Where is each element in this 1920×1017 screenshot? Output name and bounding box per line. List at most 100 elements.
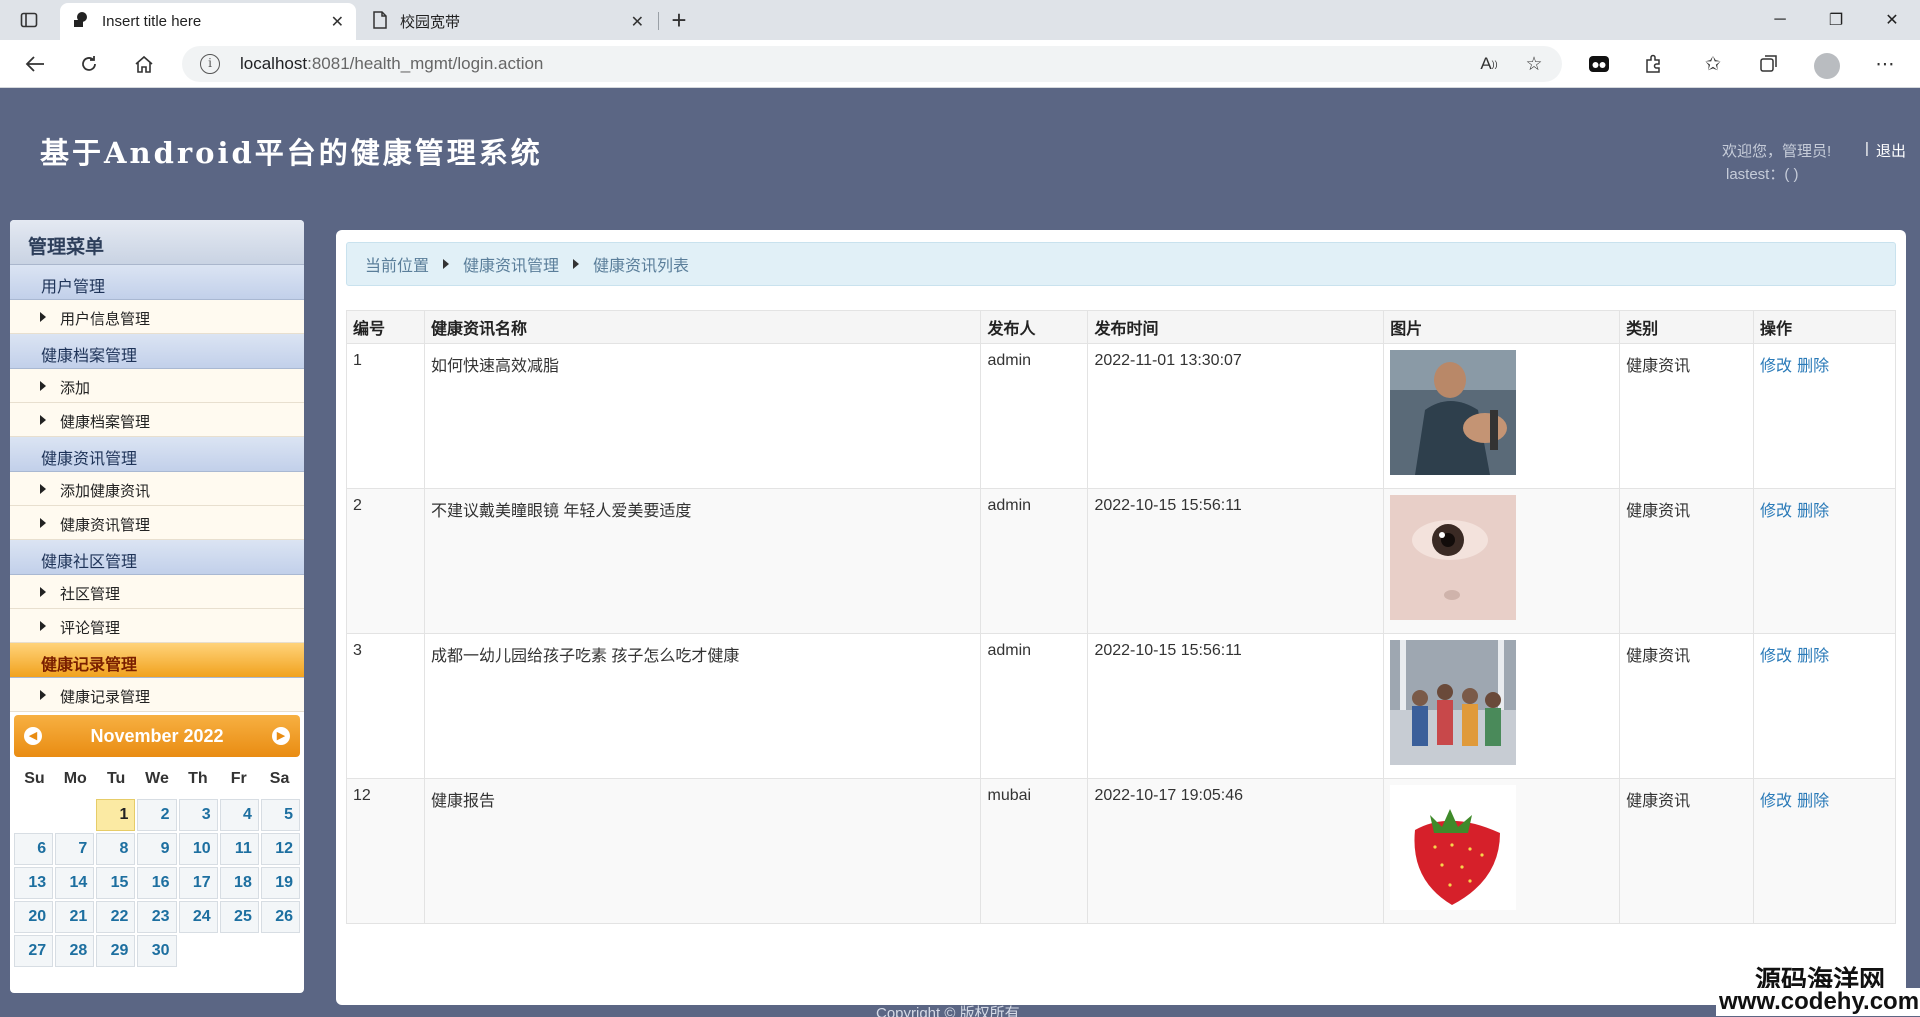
menu-item-comment-manage[interactable]: 评论管理 — [10, 609, 304, 643]
menu-item-user-info[interactable]: 用户信息管理 — [10, 300, 304, 334]
calendar-day[interactable]: 30 — [137, 935, 177, 967]
url-text: localhost:8081/health_mgmt/login.action — [240, 54, 544, 73]
next-month-icon[interactable]: ▶ — [272, 727, 290, 745]
more-menu-icon[interactable]: ⋯ — [1868, 48, 1902, 80]
menu-group-user[interactable]: 用户管理 — [10, 265, 304, 300]
weekday-label: Mo — [63, 770, 87, 787]
url-field[interactable]: i localhost:8081/health_mgmt/login.actio… — [182, 46, 1562, 82]
last-login-text: lastest：( ) — [1726, 166, 1799, 183]
menu-item-add-record[interactable]: 添加 — [10, 369, 304, 403]
cell-name: 不建议戴美瞳眼镜 年轻人爱美要适度 — [423, 488, 982, 634]
cell-id: 2 — [346, 488, 425, 634]
calendar-day[interactable]: 10 — [178, 833, 218, 865]
collections-icon[interactable] — [1752, 48, 1786, 80]
calendar-day[interactable]: 9 — [137, 833, 177, 865]
calendar-day[interactable]: 17 — [178, 867, 218, 899]
read-aloud-icon[interactable]: A)) — [1472, 48, 1506, 80]
weekday-label: We — [145, 770, 169, 787]
menu-item-news-manage[interactable]: 健康资讯管理 — [10, 506, 304, 540]
edit-link[interactable]: 修改 — [1760, 793, 1792, 810]
logout-link[interactable]: 退出 — [1876, 140, 1906, 161]
calendar-day-today[interactable]: 1 — [96, 799, 136, 831]
cell-image — [1383, 488, 1621, 634]
calendar-day[interactable]: 22 — [96, 901, 136, 933]
calendar-day[interactable]: 21 — [55, 901, 95, 933]
tab-actions-icon[interactable] — [12, 4, 46, 36]
calendar-days: 1 2 3 4 5 6 7 8 9 10 11 12 13 14 15 16 17 18 19 20 21 22 23 24 2… — [14, 799, 300, 967]
tab-insert-title[interactable]: Insert title here ✕ — [60, 3, 356, 40]
weekday-label: Th — [188, 770, 208, 787]
caret-right-icon — [40, 518, 46, 528]
calendar-day[interactable]: 24 — [178, 901, 218, 933]
favorites-icon[interactable]: ✩ — [1696, 48, 1730, 80]
calendar-day[interactable]: 20 — [14, 901, 54, 933]
delete-link[interactable]: 删除 — [1797, 358, 1829, 375]
breadcrumb-news-list: 健康资讯列表 — [593, 258, 690, 275]
menu-item-add-news[interactable]: 添加健康资讯 — [10, 472, 304, 506]
site-title: 基于Android平台的健康管理系统 — [40, 136, 543, 170]
calendar-day[interactable]: 23 — [137, 901, 177, 933]
edit-link[interactable]: 修改 — [1760, 503, 1792, 520]
calendar-day[interactable]: 8 — [96, 833, 136, 865]
calendar-day[interactable]: 6 — [14, 833, 54, 865]
site-info-icon[interactable]: i — [200, 54, 220, 74]
calendar-day[interactable]: 27 — [14, 935, 54, 967]
calendar-day[interactable]: 3 — [178, 799, 218, 831]
calendar-month-title: November 2022 — [90, 726, 224, 746]
new-tab-button[interactable]: + — [662, 4, 696, 36]
close-window-button[interactable]: ✕ — [1864, 0, 1920, 40]
edit-link[interactable]: 修改 — [1760, 648, 1792, 665]
calendar-day[interactable]: 26 — [260, 901, 300, 933]
children-photo — [1390, 640, 1517, 765]
menu-item-health-log-manage[interactable]: 健康记录管理 — [10, 678, 304, 712]
refresh-icon[interactable] — [72, 48, 106, 80]
minimize-button[interactable]: ─ — [1752, 0, 1808, 40]
calendar-day[interactable]: 11 — [219, 833, 259, 865]
calendar-day[interactable]: 29 — [96, 935, 136, 967]
calendar-day[interactable]: 15 — [96, 867, 136, 899]
tab-close-icon[interactable]: ✕ — [331, 12, 344, 32]
calendar-day[interactable]: 28 — [55, 935, 95, 967]
calendar-day[interactable]: 5 — [260, 799, 300, 831]
extension-app-icon[interactable] — [1582, 48, 1616, 80]
calendar-day[interactable]: 16 — [137, 867, 177, 899]
menu-item-community-manage[interactable]: 社区管理 — [10, 575, 304, 609]
breadcrumb-news-manage[interactable]: 健康资讯管理 — [463, 252, 559, 276]
cell-image — [1383, 633, 1621, 779]
cell-category: 健康资讯 — [1619, 633, 1755, 779]
tab-campus-broadband[interactable]: 校园宽带 ✕ — [360, 3, 656, 40]
menu-item-record-manage[interactable]: 健康档案管理 — [10, 403, 304, 437]
cell-actions: 修改 删除 — [1753, 488, 1896, 634]
calendar-day[interactable]: 14 — [55, 867, 95, 899]
cell-category: 健康资讯 — [1619, 488, 1755, 634]
edit-link[interactable]: 修改 — [1760, 358, 1792, 375]
home-icon[interactable] — [127, 48, 161, 80]
calendar-day[interactable]: 2 — [137, 799, 177, 831]
delete-link[interactable]: 删除 — [1797, 648, 1829, 665]
calendar-day[interactable]: 7 — [55, 833, 95, 865]
calendar-day[interactable]: 13 — [14, 867, 54, 899]
calendar-day[interactable]: 12 — [260, 833, 300, 865]
restore-button[interactable]: ❐ — [1808, 0, 1864, 40]
breadcrumb: 当前位置 健康资讯管理 健康资讯列表 — [346, 242, 1896, 286]
delete-link[interactable]: 删除 — [1797, 793, 1829, 810]
calendar-day[interactable]: 19 — [260, 867, 300, 899]
back-icon[interactable] — [18, 48, 52, 80]
favorite-add-icon[interactable]: ☆ — [1517, 48, 1551, 80]
menu-group-community[interactable]: 健康社区管理 — [10, 540, 304, 575]
extensions-icon[interactable] — [1636, 48, 1670, 80]
menu-group-health-news[interactable]: 健康资讯管理 — [10, 437, 304, 472]
calendar-day[interactable]: 25 — [219, 901, 259, 933]
menu-group-health-record[interactable]: 健康档案管理 — [10, 334, 304, 369]
tab-close-icon[interactable]: ✕ — [631, 12, 644, 32]
calendar-day[interactable]: 4 — [219, 799, 259, 831]
cell-id: 3 — [346, 633, 425, 779]
strawberry-photo — [1390, 785, 1517, 910]
menu-group-health-log[interactable]: 健康记录管理 — [10, 643, 304, 678]
calendar-day[interactable]: 18 — [219, 867, 259, 899]
col-header-id: 编号 — [346, 310, 425, 344]
profile-avatar[interactable] — [1814, 53, 1840, 79]
fitness-photo — [1390, 350, 1517, 475]
delete-link[interactable]: 删除 — [1797, 503, 1829, 520]
cell-id: 12 — [346, 778, 425, 924]
